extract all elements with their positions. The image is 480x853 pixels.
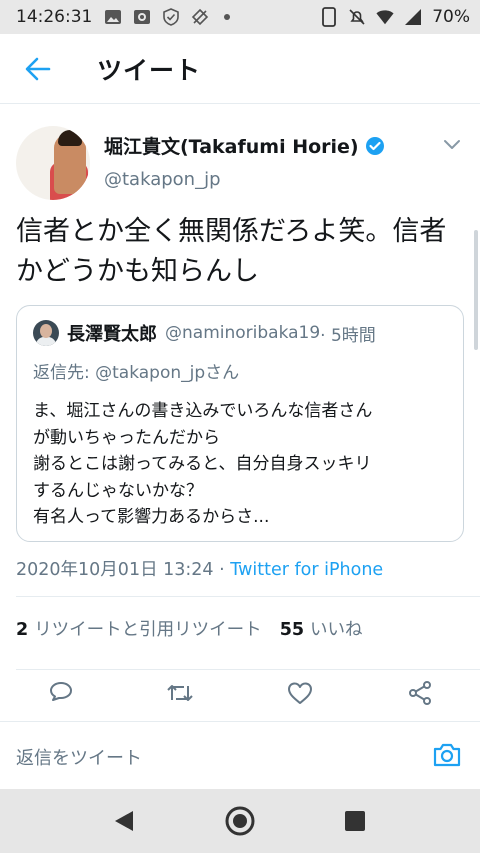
back-arrow-icon[interactable] — [20, 51, 56, 87]
quote-reply-to: 返信先: @takapon_jpさん — [33, 363, 240, 383]
status-time: 14:26:31 — [16, 7, 93, 27]
quote-text: ま、堀江さんの書き込みでいろんな信者さん が動いちゃったんだから 謝るとこは謝っ… — [33, 398, 453, 531]
like-heart-icon[interactable] — [286, 679, 314, 707]
quote-line: 有名人って影響力あるからさ... — [33, 507, 270, 527]
mute-icon — [348, 8, 366, 26]
tweet-author: 堀江貴文(Takafumi Horie) @takapon_jp — [16, 126, 385, 200]
system-nav-bar — [0, 789, 480, 853]
quote-time: · 5時間 — [320, 325, 376, 346]
quote-line: するんじゃないかな？ — [33, 480, 203, 501]
author-handle[interactable]: @takapon_jp — [104, 169, 385, 190]
quote-avatar — [33, 320, 59, 346]
reply-input-placeholder[interactable]: 返信をツイート — [16, 744, 142, 770]
likes-stat[interactable]: 55 いいね — [280, 616, 363, 641]
timestamp-separator: · — [213, 560, 231, 580]
camera-icon[interactable] — [432, 740, 462, 770]
retweets-stat[interactable]: 2 リツイートと引用リツイート — [16, 616, 262, 641]
scrollbar[interactable] — [474, 230, 478, 350]
reply-icon[interactable] — [47, 679, 75, 707]
divider — [16, 596, 480, 597]
phone-icon — [320, 7, 338, 27]
wifi-icon — [376, 8, 394, 26]
app-header: ツイート — [0, 34, 480, 104]
share-icon[interactable] — [406, 679, 434, 707]
tweet-source-link[interactable]: Twitter for iPhone — [230, 560, 383, 580]
nav-back-icon[interactable] — [108, 805, 140, 837]
nav-home-icon[interactable] — [224, 805, 256, 837]
tweet-text: 信者とか全く無関係だろよ笑。信者かどうかも知らんし — [16, 216, 447, 287]
quote-line: ま、堀江さんの書き込みでいろんな信者さん — [33, 401, 373, 421]
avatar[interactable] — [16, 126, 90, 200]
retweets-label: リツイートと引用リツイート — [34, 620, 262, 640]
author-display-name[interactable]: 堀江貴文(Takafumi Horie) — [104, 132, 359, 159]
status-bar: 14:26:31 70% — [0, 0, 480, 34]
likes-count: 55 — [279, 620, 305, 640]
cell-signal-icon — [404, 8, 422, 26]
notification-dot-icon — [224, 14, 231, 20]
quote-display-name: 長澤賢太郎 — [67, 324, 157, 345]
quote-line: が動いちゃったんだから — [33, 427, 220, 448]
retweet-icon[interactable] — [166, 679, 194, 707]
shield-check-icon — [162, 8, 180, 26]
image-icon — [104, 8, 122, 26]
quoted-tweet[interactable]: 長澤賢太郎 @naminoribaka19 · 5時間 返信先: @takapo… — [16, 305, 464, 542]
battery-percentage: 70% — [432, 7, 470, 27]
camera-app-icon — [133, 8, 151, 26]
tweet-timestamp: 2020年10月01日 13:24 · Twitter for iPhone — [16, 556, 383, 581]
retweets-count: 2 — [16, 620, 29, 640]
quote-handle: @naminoribaka19 — [165, 323, 321, 343]
quote-line: 謝るとこは謝ってみると、自分自身スッキリ — [33, 454, 372, 474]
page-title: ツイート — [97, 55, 202, 85]
timestamp-date: 2020年10月01日 13:24 — [16, 560, 214, 580]
no-signal-location-icon — [191, 8, 209, 26]
verified-badge-icon — [365, 136, 385, 156]
tweet-actions — [0, 669, 480, 727]
chevron-down-icon[interactable] — [442, 134, 462, 154]
nav-recents-icon[interactable] — [339, 805, 371, 837]
likes-label: いいね — [310, 620, 363, 640]
reply-composer[interactable]: 返信をツイート — [0, 721, 480, 789]
tweet-stats: 2 リツイートと引用リツイート 55 いいね — [16, 616, 363, 641]
